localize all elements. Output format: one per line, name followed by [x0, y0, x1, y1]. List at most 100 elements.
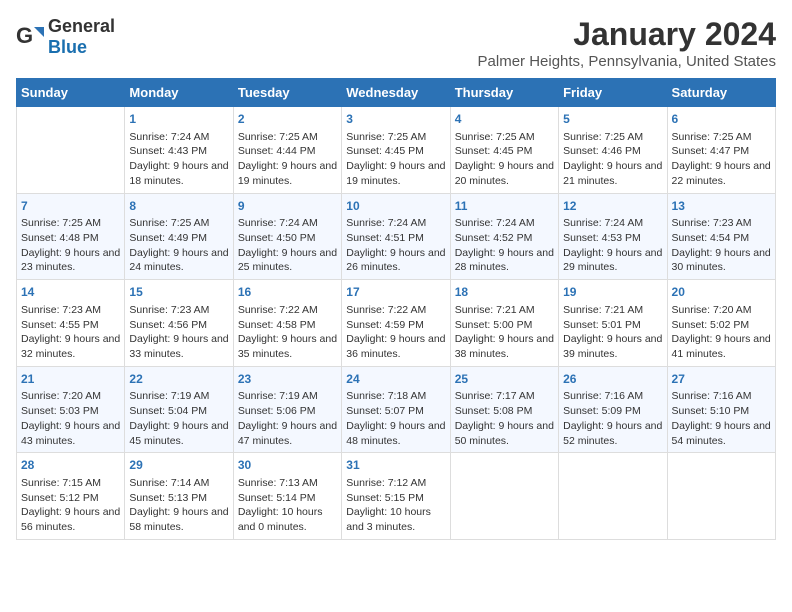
daylight: Daylight: 9 hours and 18 minutes. — [129, 160, 228, 187]
sunset: Sunset: 5:09 PM — [563, 405, 641, 417]
main-title: January 2024 — [478, 16, 776, 53]
sunrise: Sunrise: 7:23 AM — [672, 217, 752, 229]
day-number: 10 — [346, 198, 445, 215]
sunset: Sunset: 5:04 PM — [129, 405, 207, 417]
day-number: 5 — [563, 111, 662, 128]
day-number: 25 — [455, 371, 554, 388]
daylight: Daylight: 9 hours and 48 minutes. — [346, 420, 445, 447]
daylight: Daylight: 10 hours and 3 minutes. — [346, 506, 431, 533]
day-cell: 1Sunrise: 7:24 AMSunset: 4:43 PMDaylight… — [125, 107, 233, 194]
daylight: Daylight: 9 hours and 45 minutes. — [129, 420, 228, 447]
weekday-header-friday: Friday — [559, 79, 667, 107]
day-number: 4 — [455, 111, 554, 128]
sunrise: Sunrise: 7:23 AM — [129, 304, 209, 316]
day-cell: 28Sunrise: 7:15 AMSunset: 5:12 PMDayligh… — [17, 453, 125, 540]
sunrise: Sunrise: 7:16 AM — [563, 390, 643, 402]
sunset: Sunset: 4:54 PM — [672, 232, 750, 244]
day-cell: 24Sunrise: 7:18 AMSunset: 5:07 PMDayligh… — [342, 366, 450, 453]
day-cell: 2Sunrise: 7:25 AMSunset: 4:44 PMDaylight… — [233, 107, 341, 194]
sunrise: Sunrise: 7:25 AM — [455, 131, 535, 143]
sunrise: Sunrise: 7:12 AM — [346, 477, 426, 489]
sunset: Sunset: 4:44 PM — [238, 145, 316, 157]
sunrise: Sunrise: 7:24 AM — [455, 217, 535, 229]
day-cell: 19 Sunrise: 7:21 AM Sunset: 5:01 PM Dayligh… — [559, 280, 667, 367]
weekday-header-wednesday: Wednesday — [342, 79, 450, 107]
sunset: Sunset: 5:14 PM — [238, 492, 316, 504]
day-cell: 26Sunrise: 7:16 AMSunset: 5:09 PMDayligh… — [559, 366, 667, 453]
day-number: 2 — [238, 111, 337, 128]
day-cell: 3Sunrise: 7:25 AMSunset: 4:45 PMDaylight… — [342, 107, 450, 194]
sunset: Sunset: 4:48 PM — [21, 232, 99, 244]
sunset: Sunset: 4:45 PM — [346, 145, 424, 157]
day-number: 21 — [21, 371, 120, 388]
sunrise: Sunrise: 7:21 AM — [455, 304, 535, 316]
sunrise: Sunrise: 7:20 AM — [672, 304, 752, 316]
day-number: 20 — [672, 284, 771, 301]
day-cell: 15Sunrise: 7:23 AMSunset: 4:56 PMDayligh… — [125, 280, 233, 367]
sunrise: Sunrise: 7:16 AM — [672, 390, 752, 402]
daylight: Daylight: 9 hours and 50 minutes. — [455, 420, 554, 447]
sunrise: Sunrise: 7:25 AM — [21, 217, 101, 229]
sunset: Sunset: 4:56 PM — [129, 319, 207, 331]
sunrise: Sunrise: 7:25 AM — [563, 131, 643, 143]
day-cell: 27Sunrise: 7:16 AMSunset: 5:10 PMDayligh… — [667, 366, 775, 453]
daylight: Daylight: 9 hours and 41 minutes. — [672, 333, 771, 360]
daylight: Daylight: 9 hours and 58 minutes. — [129, 506, 228, 533]
day-number: 9 — [238, 198, 337, 215]
day-cell: 16Sunrise: 7:22 AMSunset: 4:58 PMDayligh… — [233, 280, 341, 367]
sunset: Sunset: 4:55 PM — [21, 319, 99, 331]
sunset: Sunset: 5:10 PM — [672, 405, 750, 417]
day-cell — [450, 453, 558, 540]
sunrise: Sunrise: 7:23 AM — [21, 304, 101, 316]
sunset: Sunset: 4:47 PM — [672, 145, 750, 157]
day-number: 30 — [238, 457, 337, 474]
day-cell: 20Sunrise: 7:20 AMSunset: 5:02 PMDayligh… — [667, 280, 775, 367]
sunset: Sunset: 4:52 PM — [455, 232, 533, 244]
daylight: Daylight: 9 hours and 23 minutes. — [21, 247, 120, 274]
daylight: Daylight: 9 hours and 26 minutes. — [346, 247, 445, 274]
sunset: Sunset: 5:08 PM — [455, 405, 533, 417]
daylight: Daylight: 9 hours and 38 minutes. — [455, 333, 554, 360]
day-number: 14 — [21, 284, 120, 301]
day-number: 13 — [672, 198, 771, 215]
week-row-4: 21 Sunrise: 7:20 AM Sunset: 5:03 PM Dayligh… — [17, 366, 776, 453]
daylight: Daylight: 9 hours and 35 minutes. — [238, 333, 337, 360]
svg-text:G: G — [16, 23, 33, 48]
day-number: 26 — [563, 371, 662, 388]
weekday-header-saturday: Saturday — [667, 79, 775, 107]
daylight: Daylight: 9 hours and 39 minutes. — [563, 333, 662, 360]
sunset: Sunset: 4:43 PM — [129, 145, 207, 157]
day-cell: 14Sunrise: 7:23 AMSunset: 4:55 PMDayligh… — [17, 280, 125, 367]
day-number: 6 — [672, 111, 771, 128]
day-number: 24 — [346, 371, 445, 388]
day-cell — [667, 453, 775, 540]
logo-general: General — [48, 16, 115, 36]
daylight: Daylight: 9 hours and 21 minutes. — [563, 160, 662, 187]
day-cell: 29Sunrise: 7:14 AMSunset: 5:13 PMDayligh… — [125, 453, 233, 540]
day-number: 7 — [21, 198, 120, 215]
day-cell: 17Sunrise: 7:22 AMSunset: 4:59 PMDayligh… — [342, 280, 450, 367]
day-number: 28 — [21, 457, 120, 474]
day-number: 27 — [672, 371, 771, 388]
day-cell — [559, 453, 667, 540]
sunrise: Sunrise: 7:20 AM — [21, 390, 101, 402]
logo-blue: Blue — [48, 37, 87, 57]
sunset: Sunset: 5:15 PM — [346, 492, 424, 504]
sunset: Sunset: 5:01 PM — [563, 319, 641, 331]
day-number: 22 — [129, 371, 228, 388]
weekday-header-tuesday: Tuesday — [233, 79, 341, 107]
sunset: Sunset: 5:03 PM — [21, 405, 99, 417]
sunset: Sunset: 4:46 PM — [563, 145, 641, 157]
day-cell: 13Sunrise: 7:23 AMSunset: 4:54 PMDayligh… — [667, 193, 775, 280]
day-number: 16 — [238, 284, 337, 301]
day-number: 11 — [455, 198, 554, 215]
sunrise: Sunrise: 7:13 AM — [238, 477, 318, 489]
sunset: Sunset: 4:58 PM — [238, 319, 316, 331]
sunrise: Sunrise: 7:21 AM — [563, 304, 643, 316]
daylight: Daylight: 9 hours and 29 minutes. — [563, 247, 662, 274]
sunrise: Sunrise: 7:24 AM — [129, 131, 209, 143]
day-cell: 25Sunrise: 7:17 AMSunset: 5:08 PMDayligh… — [450, 366, 558, 453]
sunrise: Sunrise: 7:24 AM — [346, 217, 426, 229]
day-cell: 22Sunrise: 7:19 AMSunset: 5:04 PMDayligh… — [125, 366, 233, 453]
day-number: 19 — [563, 284, 662, 301]
